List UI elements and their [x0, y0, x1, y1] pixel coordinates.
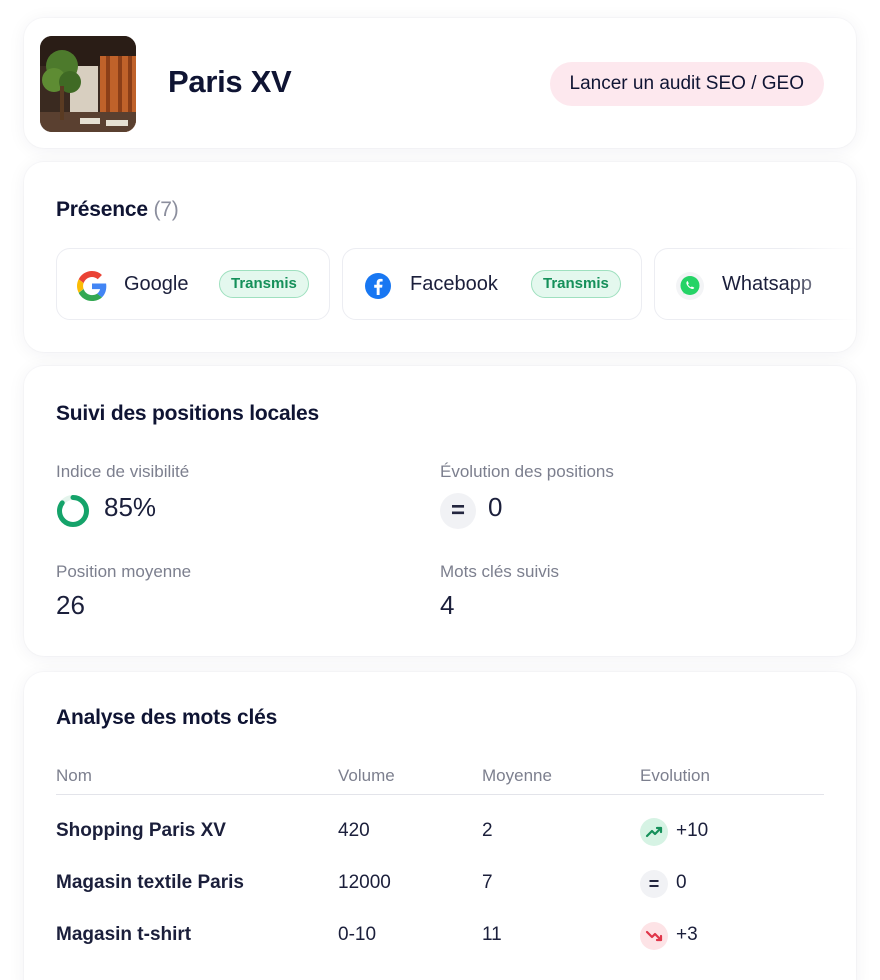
whatsapp-icon: [675, 271, 705, 301]
average-position-label: Position moyenne: [56, 562, 192, 581]
keyword-volume: 0-10: [338, 924, 377, 945]
evolution-label: Évolution des positions: [440, 462, 614, 481]
header-card: Paris XV Lancer un audit SEO / GEO: [24, 18, 856, 148]
visibility-ring-icon: [57, 495, 89, 527]
keyword-evolution: +3: [676, 924, 698, 945]
keyword-name: Magasin t-shirt: [56, 924, 192, 945]
table-row[interactable]: Shopping Paris XV 420 2 +10: [24, 812, 856, 852]
channel-card-facebook[interactable]: Facebook Transmis: [342, 248, 642, 320]
presence-title: Présence (7): [56, 198, 179, 222]
keyword-name: Shopping Paris XV: [56, 820, 226, 841]
visibility-value: 85%: [104, 492, 157, 522]
evolution-value: 0: [488, 492, 503, 522]
tracked-keywords-label: Mots clés suivis: [440, 562, 560, 581]
table-divider: [56, 794, 824, 795]
page-title: Paris XV: [168, 64, 292, 99]
evolution-stat: Évolution des positions = 0: [440, 462, 820, 532]
channel-card-google[interactable]: Google Transmis: [56, 248, 330, 320]
average-position-stat: Position moyenne 26: [56, 562, 416, 632]
presence-card: Présence (7) Google Transmis Facebook Tr…: [24, 162, 856, 352]
keyword-average: 2: [482, 820, 493, 841]
equal-icon: =: [640, 870, 668, 898]
positions-title: Suivi des positions locales: [56, 402, 320, 425]
keyword-analysis-card: Analyse des mots clés Nom Volume Moyenne…: [24, 672, 856, 980]
column-header-name[interactable]: Nom: [56, 766, 92, 786]
local-positions-card: Suivi des positions locales Indice de vi…: [24, 366, 856, 656]
keyword-name: Magasin textile Paris: [56, 872, 244, 893]
status-badge: Transmis: [219, 270, 309, 298]
keyword-volume: 420: [338, 820, 370, 841]
table-row[interactable]: Magasin textile Paris 12000 7 = 0: [24, 864, 856, 904]
channel-name: Facebook: [410, 273, 498, 295]
visibility-stat: Indice de visibilité 85%: [56, 462, 416, 532]
trend-down-icon: [640, 922, 668, 950]
trend-up-icon: [640, 818, 668, 846]
column-header-average[interactable]: Moyenne: [482, 766, 552, 786]
tracked-keywords-stat: Mots clés suivis 4: [440, 562, 820, 632]
average-position-value: 26: [56, 590, 85, 620]
equal-icon: =: [440, 493, 476, 529]
keyword-average: 7: [482, 872, 493, 893]
channel-list: Google Transmis Facebook Transmis Whatsa…: [56, 248, 856, 320]
keyword-evolution: 0: [676, 872, 687, 893]
column-header-volume[interactable]: Volume: [338, 766, 395, 786]
facebook-icon: [363, 271, 393, 301]
scroll-fade: [786, 248, 856, 320]
channel-name: Google: [124, 273, 189, 295]
launch-audit-button[interactable]: Lancer un audit SEO / GEO: [549, 62, 824, 106]
status-badge: Transmis: [531, 270, 621, 298]
presence-title-text: Présence: [56, 198, 148, 221]
presence-count: (7): [153, 198, 179, 221]
keywords-title: Analyse des mots clés: [56, 706, 278, 729]
keyword-average: 11: [482, 924, 502, 945]
keyword-volume: 12000: [338, 872, 391, 893]
keyword-evolution: +10: [676, 820, 709, 841]
table-row[interactable]: Magasin t-shirt 0-10 11 +3: [24, 916, 856, 956]
location-photo: [40, 36, 136, 132]
visibility-label: Indice de visibilité: [56, 462, 190, 481]
google-icon: [77, 271, 107, 301]
column-header-evolution[interactable]: Evolution: [640, 766, 710, 786]
tracked-keywords-value: 4: [440, 590, 455, 620]
